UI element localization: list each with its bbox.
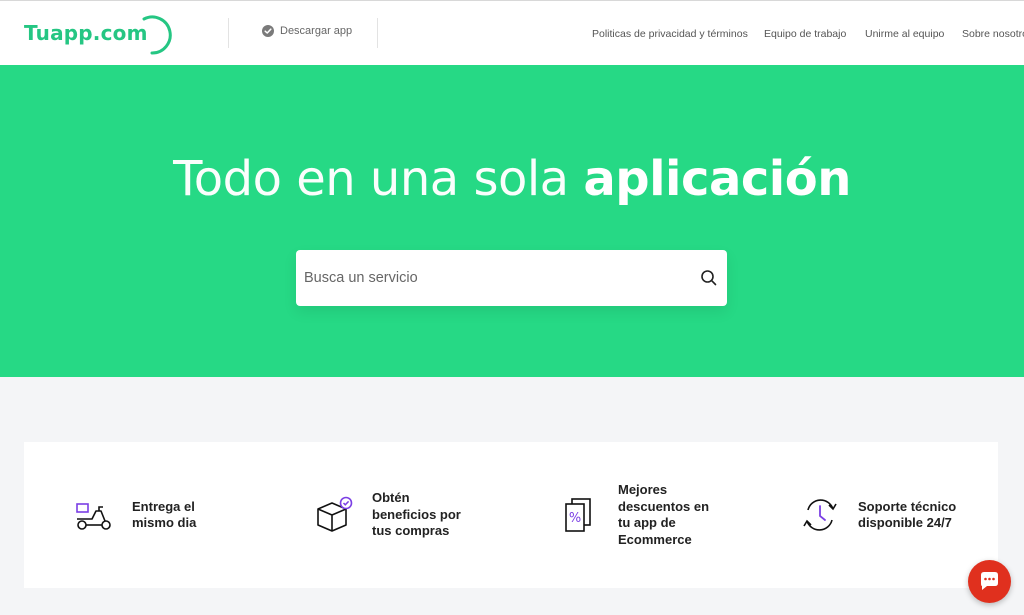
download-app-label: Descargar app: [280, 25, 353, 37]
scooter-icon: [76, 503, 111, 530]
hero-section: Todo en una sola aplicación: [0, 65, 1024, 377]
search-icon[interactable]: [699, 268, 719, 288]
nav-link-team[interactable]: Equipo de trabajo: [764, 28, 846, 40]
feature-label: Mejores descuentos en tu app de Ecommerc…: [618, 482, 710, 547]
feature-label: Entrega el mismo dia: [132, 498, 197, 531]
divider: [377, 18, 378, 48]
feature-item: Soporte técnico disponible 24/7: [800, 442, 968, 588]
discount-icon: %: [565, 498, 591, 532]
divider: [228, 18, 229, 48]
chat-button[interactable]: [968, 560, 1011, 603]
logo-text: Tuapp.com: [24, 21, 148, 45]
features-panel: Entrega el mismo dia Obtén beneficios po…: [24, 442, 998, 588]
search-box: [296, 250, 727, 306]
feature-item: Entrega el mismo dia: [74, 442, 207, 588]
svg-text:%: %: [569, 511, 581, 526]
search-input[interactable]: [304, 250, 694, 306]
logo[interactable]: Tuapp.com: [24, 15, 176, 55]
hero-title-light: Todo en una sola: [173, 151, 569, 207]
clock-support-icon: [803, 499, 837, 531]
hero-title: Todo en una sola aplicación: [0, 151, 1024, 207]
box-check-icon: [317, 496, 353, 532]
chat-bubble-icon: [981, 572, 998, 590]
nav-link-privacy[interactable]: Politicas de privacidad y términos: [592, 28, 748, 40]
feature-label: Soporte técnico disponible 24/7: [858, 498, 957, 531]
hero-title-bold: aplicación: [583, 151, 851, 207]
check-circle-icon: [262, 25, 274, 37]
feature-item: % Mejores descuentos en tu app de Ecomme…: [560, 442, 718, 588]
feature-item: Obtén beneficios por tus compras: [314, 442, 472, 588]
nav-link-join[interactable]: Unirme al equipo: [865, 28, 944, 40]
feature-label: Obtén beneficios por tus compras: [372, 490, 461, 539]
top-navbar: Tuapp.com Descargar app Politicas de pri…: [0, 0, 1024, 65]
download-app-link[interactable]: Descargar app: [262, 25, 352, 37]
nav-link-about[interactable]: Sobre nosotros: [962, 28, 1024, 40]
